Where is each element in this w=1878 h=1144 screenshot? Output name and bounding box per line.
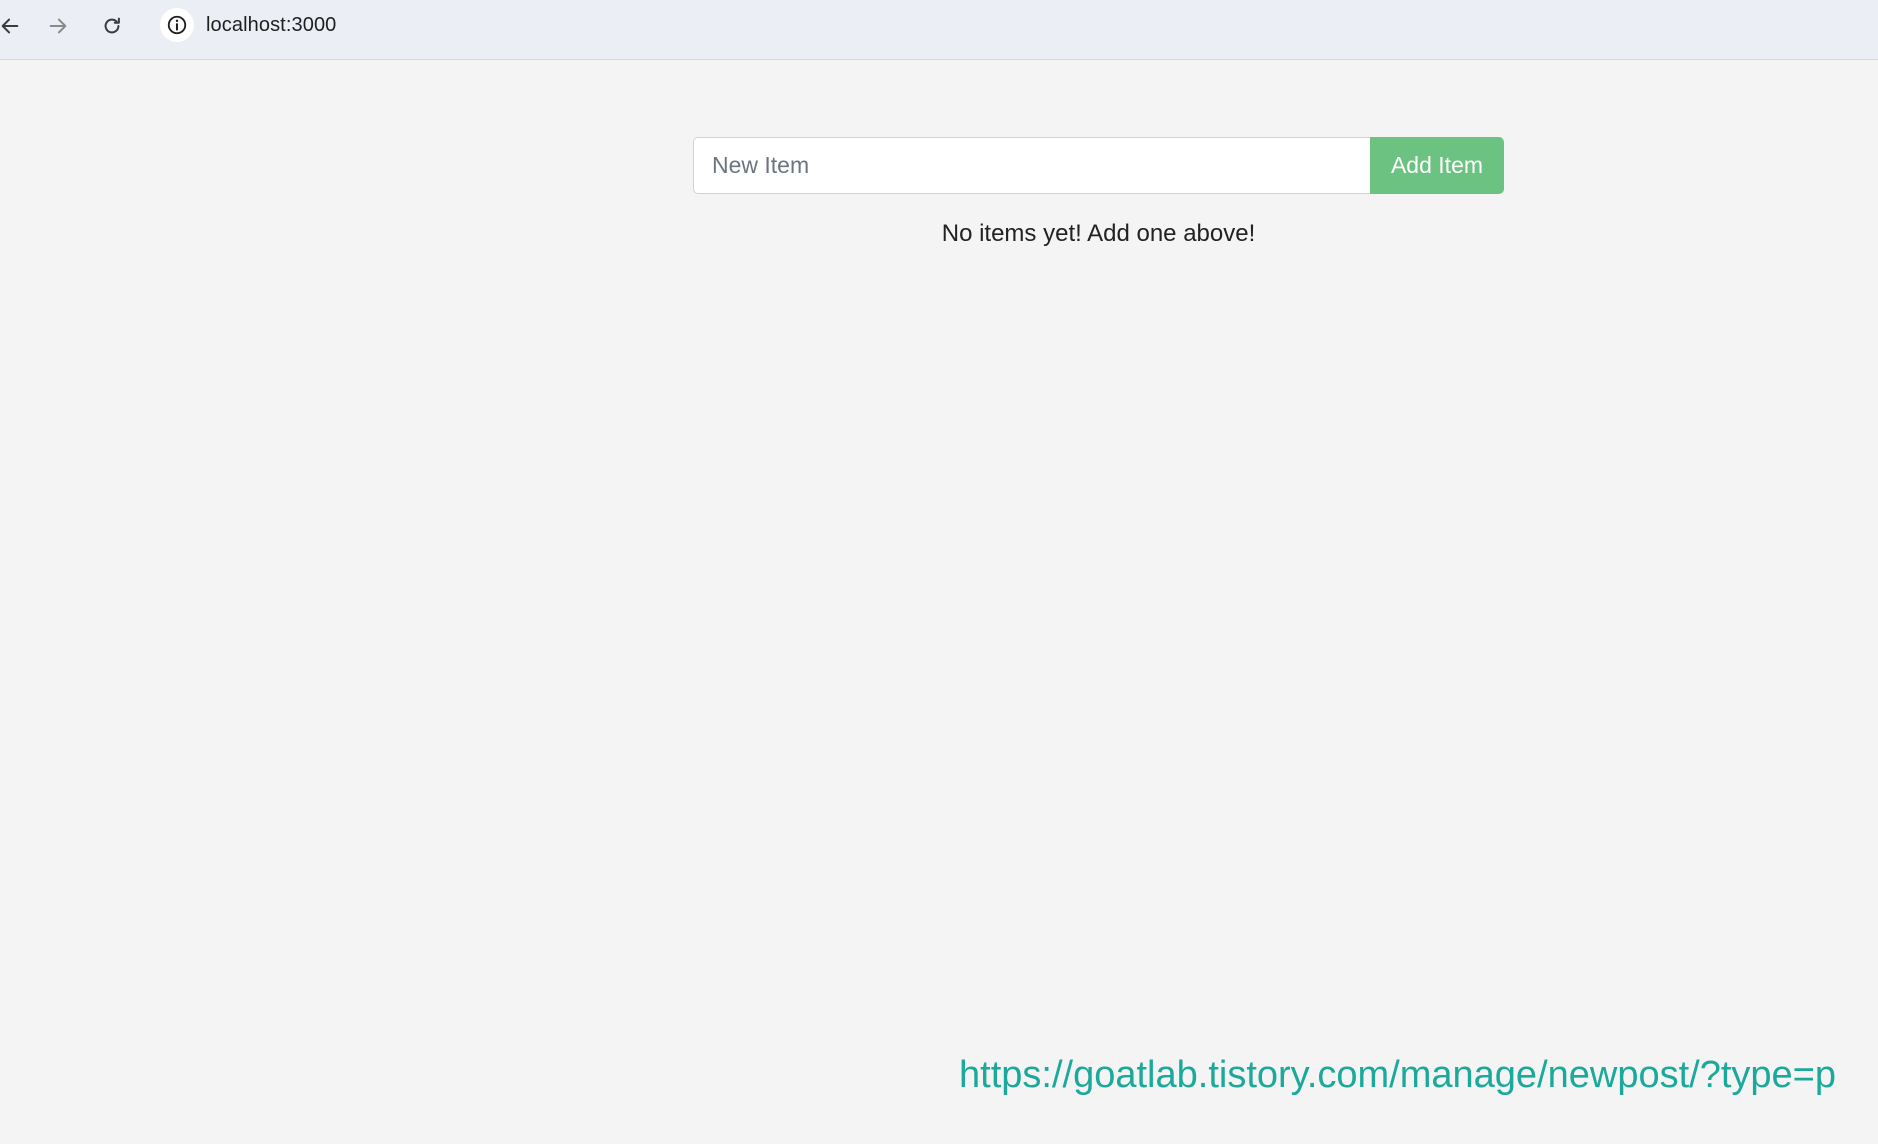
forward-button[interactable] (38, 8, 78, 44)
info-icon (167, 15, 187, 35)
watermark-url: https://goatlab.tistory.com/manage/newpo… (959, 1054, 1836, 1096)
back-arrow-icon (1, 18, 19, 34)
url-text[interactable]: localhost:3000 (206, 14, 336, 37)
new-item-input[interactable] (693, 137, 1370, 194)
back-button[interactable] (0, 8, 30, 44)
address-bar[interactable]: localhost:3000 (152, 0, 1878, 50)
reload-icon (104, 17, 120, 34)
site-info-button[interactable] (160, 8, 194, 42)
page-content: Add Item No items yet! Add one above! ht… (0, 61, 1878, 1144)
empty-state-message: No items yet! Add one above! (941, 220, 1256, 247)
browser-toolbar: localhost:3000 (0, 0, 1878, 60)
forward-arrow-icon (49, 18, 67, 34)
add-item-form: Add Item (693, 137, 1504, 194)
reload-button[interactable] (92, 8, 132, 44)
add-item-button[interactable]: Add Item (1370, 137, 1504, 194)
